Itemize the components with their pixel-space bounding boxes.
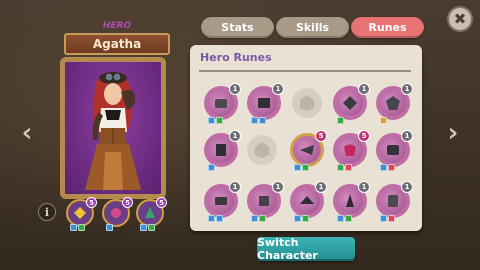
rune-tags (251, 117, 266, 124)
rune-slot[interactable]: 1 (247, 181, 284, 222)
close-icon: ✖ (453, 10, 467, 28)
rune-tags (208, 215, 223, 222)
hero-portrait (60, 57, 166, 199)
rune-tags (294, 164, 309, 171)
rune-level-badge: 5 (315, 130, 327, 142)
rune-gem-icon (388, 195, 398, 207)
rune-gem-icon (346, 194, 354, 207)
rune-tags (208, 164, 215, 171)
panel-divider (199, 70, 411, 72)
rune-tags (380, 215, 395, 222)
rune-tags (337, 215, 352, 222)
rune-level-badge: 1 (272, 83, 284, 95)
rune-level-badge: 1 (358, 83, 370, 95)
rune-slot[interactable]: 1 (376, 130, 413, 171)
rune-slot[interactable]: 1 (333, 83, 370, 124)
rune-level-badge: 1 (401, 181, 413, 193)
rune-gem-icon (216, 144, 226, 156)
rune-gem-icon (387, 145, 399, 155)
next-hero-arrow[interactable]: › (444, 118, 462, 148)
rune-level-badge: 5 (358, 130, 370, 142)
rune-tags (337, 164, 352, 171)
hero-name: Agatha (92, 37, 142, 51)
rune-gem-icon (145, 207, 155, 218)
rune-gem-icon (258, 98, 270, 108)
rune-level-badge: 1 (401, 130, 413, 142)
rune-slot[interactable]: 5 (290, 130, 327, 171)
rune-slot[interactable]: 5 (333, 130, 370, 171)
rune-slot[interactable]: 1 (376, 83, 413, 124)
rune-tags (251, 215, 266, 222)
hero-name-banner: Agatha (64, 33, 170, 55)
info-button[interactable]: i (38, 203, 56, 221)
rune-slot[interactable]: 1 (204, 83, 241, 124)
rune-gem-icon (215, 99, 227, 108)
rune-gem-icon (259, 196, 269, 206)
close-button[interactable]: ✖ (447, 6, 473, 32)
rune-slot[interactable]: 1 (247, 83, 284, 124)
switch-character-button[interactable]: Switch Character (257, 236, 355, 262)
rune-level-badge: 1 (229, 130, 241, 142)
rune-level-badge: 1 (272, 181, 284, 193)
rune-gem-icon (300, 145, 314, 155)
rune-slot[interactable]: 1 (204, 181, 241, 222)
rune-tags (380, 117, 387, 124)
equipped-rune-tags (70, 224, 85, 231)
rune-tags (380, 164, 395, 171)
hero-class-label: HERO (102, 21, 132, 31)
rune-level-badge: 1 (229, 83, 241, 95)
equipped-rune-tags (140, 224, 155, 231)
rune-gem-icon (215, 197, 227, 205)
rune-level-badge: 1 (315, 181, 327, 193)
rune-level-badge: 1 (401, 83, 413, 95)
equipped-rune-1[interactable]: 5 (66, 197, 97, 231)
equipped-rune-level: 5 (86, 197, 97, 208)
hero-character-art (85, 72, 141, 190)
rune-gem-icon (386, 96, 400, 110)
rune-tags (337, 117, 344, 124)
equipped-rune-tags (106, 224, 113, 231)
rune-tags (294, 215, 309, 222)
rune-level-badge: 1 (358, 181, 370, 193)
rune-slot[interactable]: 1 (204, 130, 241, 171)
rune-level-badge: 1 (229, 181, 241, 193)
empty-rune-slot[interactable] (247, 135, 277, 165)
empty-rune-slot[interactable] (292, 88, 322, 118)
info-icon: i (44, 205, 50, 219)
rune-gem-icon (344, 144, 356, 156)
rune-gem-icon (111, 208, 121, 218)
equipped-rune-level: 5 (122, 197, 133, 208)
rune-slot[interactable]: 1 (376, 181, 413, 222)
locked-slot-icon (300, 95, 314, 111)
equipped-rune-2[interactable]: 5 (102, 197, 133, 231)
rune-gem-icon (300, 196, 314, 204)
rune-tags (208, 117, 223, 124)
rune-gem-icon (74, 207, 86, 219)
rune-slot[interactable]: 1 (290, 181, 327, 222)
equipped-rune-3[interactable]: 5 (136, 197, 167, 231)
equipped-rune-level: 5 (156, 197, 167, 208)
panel-title: Hero Runes (200, 51, 272, 64)
rune-gem-icon (343, 96, 357, 110)
tab-stats[interactable]: Stats (201, 17, 274, 38)
rune-slot[interactable]: 1 (333, 181, 370, 222)
tab-runes[interactable]: Runes (351, 17, 424, 38)
previous-hero-arrow[interactable]: ‹ (18, 118, 36, 148)
tab-skills[interactable]: Skills (276, 17, 349, 38)
locked-slot-icon (255, 142, 269, 158)
